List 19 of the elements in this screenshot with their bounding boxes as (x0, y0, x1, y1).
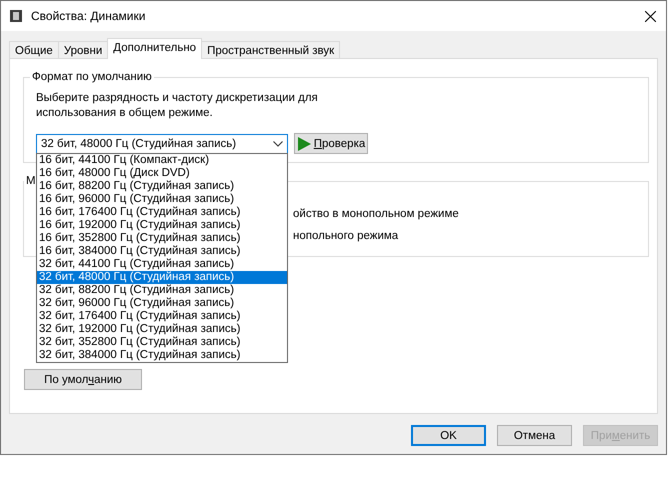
list-item[interactable]: 32 бит, 48000 Гц (Студийная запись) (37, 271, 287, 284)
tab[interactable]: Дополнительно (107, 38, 202, 59)
tab[interactable]: Пространственный звук (201, 41, 340, 59)
window-title: Свойства: Динамики (31, 9, 146, 23)
tab[interactable]: Уровни (58, 41, 108, 59)
tab[interactable]: Общие (9, 41, 59, 59)
format-dropdown[interactable]: 32 бит, 48000 Гц (Студийная запись) (36, 134, 288, 154)
option-text: ойство в монопольном режиме (293, 207, 459, 222)
group-legend: М (24, 175, 38, 187)
close-icon[interactable] (645, 10, 656, 22)
group-legend: Формат по умолчанию (30, 71, 154, 83)
option-text: нопольного режима (293, 229, 398, 244)
chevron-icon (273, 140, 283, 146)
description-text: Выберите разрядность и частоту дискретизации для использования в общем режиме. (36, 91, 319, 121)
test-button[interactable]: Проверка (294, 133, 368, 154)
play-icon (296, 136, 311, 150)
dialog-button[interactable]: Отмена (497, 425, 572, 446)
dialog-button[interactable]: OK (411, 425, 486, 446)
restore-defaults-button[interactable]: По умолчанию (24, 369, 142, 390)
